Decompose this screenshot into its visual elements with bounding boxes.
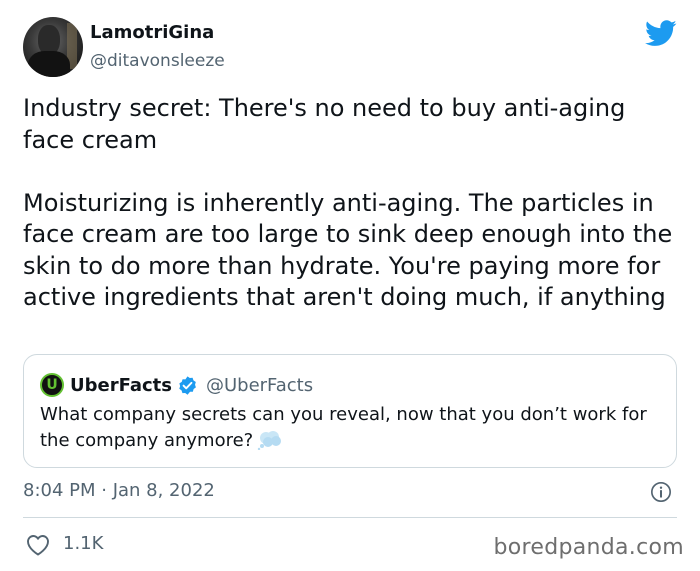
verified-badge-icon (179, 375, 196, 395)
source-watermark: boredpanda.com (493, 535, 684, 560)
quoted-tweet-body: What company secrets can you reveal, now… (40, 404, 647, 451)
divider (23, 517, 677, 518)
thought-balloon-icon (258, 431, 282, 450)
like-count[interactable]: 1.1K (63, 533, 103, 554)
author-avatar[interactable] (23, 17, 83, 77)
avatar-body (28, 51, 70, 77)
info-icon[interactable] (650, 481, 672, 503)
tweet-body: Industry secret: There's no need to buy … (23, 93, 683, 314)
tweet-timestamp[interactable]: 8:04 PM · Jan 8, 2022 (23, 480, 215, 501)
heart-icon[interactable] (26, 534, 50, 556)
twitter-bird-icon (645, 20, 677, 46)
tweet-paragraph-2: Moisturizing is inherently anti-aging. T… (23, 188, 673, 312)
quoted-tweet-header: U UberFacts @UberFacts (40, 373, 313, 397)
quoted-tweet-card[interactable]: U UberFacts @UberFacts What company secr… (23, 354, 677, 468)
quoted-tweet-text: What company secrets can you reveal, now… (40, 402, 660, 454)
uberfacts-logo-icon: U (40, 373, 64, 397)
author-display-name[interactable]: LamotriGina (90, 22, 214, 43)
quoted-author-name[interactable]: UberFacts (70, 375, 172, 396)
tweet-paragraph-1: Industry secret: There's no need to buy … (23, 94, 626, 154)
author-handle[interactable]: @ditavonsleeze (90, 51, 225, 71)
quoted-author-handle[interactable]: @UberFacts (206, 375, 313, 396)
